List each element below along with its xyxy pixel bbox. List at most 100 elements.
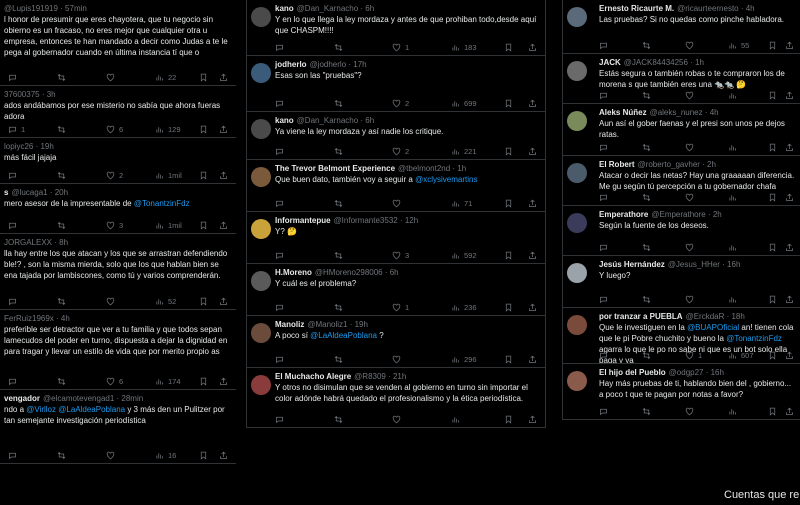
mention-link[interactable]: @LaAldeaPoblana: [58, 405, 125, 414]
reply-tweet[interactable]: @Lupis191919 · 57min l honor de presumir …: [0, 0, 236, 86]
like-button[interactable]: 3: [392, 251, 409, 260]
author-name[interactable]: kano: [275, 116, 294, 125]
like-button[interactable]: 1: [392, 43, 409, 52]
author-name[interactable]: The Trevor Belmont Experience: [275, 164, 395, 173]
share-button[interactable]: [785, 295, 794, 304]
author-name[interactable]: vengador: [4, 394, 40, 403]
reply-tweet[interactable]: kano @Dan_Karnacho · 6h Y en lo que llega …: [247, 0, 545, 56]
reply-button[interactable]: [275, 303, 284, 312]
like-button[interactable]: [685, 143, 694, 152]
author-name[interactable]: Manoliz: [275, 320, 304, 329]
reply-tweet[interactable]: Emperathore @Emperathore · 2h Según la fue…: [563, 206, 800, 256]
reply-tweet[interactable]: Informantepue @Informante3532 · 12h Y? 🤔 3 5…: [247, 212, 545, 264]
views-button[interactable]: 296: [451, 355, 477, 364]
views-button[interactable]: 55: [728, 41, 749, 50]
share-button[interactable]: [219, 221, 228, 230]
retweet-button[interactable]: [57, 171, 66, 180]
retweet-button[interactable]: [57, 451, 66, 460]
bookmark-button[interactable]: [768, 41, 777, 50]
share-button[interactable]: [528, 303, 537, 312]
like-button[interactable]: [106, 73, 115, 82]
share-button[interactable]: [785, 41, 794, 50]
author-name[interactable]: Emperathore: [599, 210, 648, 219]
like-button[interactable]: 6: [106, 125, 123, 134]
like-button[interactable]: [106, 297, 115, 306]
views-button[interactable]: 183: [451, 43, 477, 52]
author-name[interactable]: por tranzar a PUEBLA: [599, 312, 683, 321]
share-button[interactable]: [219, 451, 228, 460]
like-button[interactable]: 1: [685, 351, 702, 360]
views-button[interactable]: [728, 407, 737, 416]
reply-tweet[interactable]: kano @Dan_Karnacho · 6h Ya viene la ley mo…: [247, 112, 545, 160]
views-button[interactable]: 71: [451, 199, 472, 208]
share-button[interactable]: [528, 355, 537, 364]
reply-tweet[interactable]: JORGALEXX · 8h lla hay entre los que atac…: [0, 234, 236, 310]
mention-link[interactable]: @Virlloz: [26, 405, 56, 414]
views-button[interactable]: 1mil: [155, 221, 182, 230]
share-button[interactable]: [528, 99, 537, 108]
retweet-button[interactable]: [57, 221, 66, 230]
author-name[interactable]: El Muchacho Alegre: [275, 372, 351, 381]
reply-tweet[interactable]: Jesús Hernández @Jesus_HHer · 16h Y luego?: [563, 256, 800, 308]
bookmark-button[interactable]: [768, 243, 777, 252]
bookmark-button[interactable]: [768, 193, 777, 202]
views-button[interactable]: [451, 415, 460, 424]
bookmark-button[interactable]: [768, 143, 777, 152]
mention-link[interactable]: @TonantzinFdz: [134, 199, 190, 208]
reply-tweet[interactable]: The Trevor Belmont Experience @tbelmont2n…: [247, 160, 545, 212]
bookmark-button[interactable]: [504, 43, 513, 52]
reply-button[interactable]: 1: [8, 125, 25, 134]
bookmark-button[interactable]: [199, 377, 208, 386]
retweet-button[interactable]: [642, 193, 651, 202]
share-button[interactable]: [528, 251, 537, 260]
views-button[interactable]: [728, 91, 737, 100]
retweet-button[interactable]: [57, 377, 66, 386]
share-button[interactable]: [219, 73, 228, 82]
reply-button[interactable]: [599, 295, 608, 304]
reply-tweet[interactable]: lopiyc26 · 19h más fácil jajaja 2 1mil: [0, 138, 236, 184]
reply-tweet[interactable]: por tranzar a PUEBLA @ErckdaR · 18h Que le…: [563, 308, 800, 364]
retweet-button[interactable]: [334, 303, 343, 312]
author-name[interactable]: Aleks Núñez: [599, 108, 647, 117]
like-button[interactable]: [685, 91, 694, 100]
retweet-button[interactable]: [642, 143, 651, 152]
author-name[interactable]: Informantepue: [275, 216, 331, 225]
retweet-button[interactable]: [642, 407, 651, 416]
views-button[interactable]: 52: [155, 297, 176, 306]
reply-tweet[interactable]: JACK @JACK84434256 · 1h Estás segura o tam…: [563, 54, 800, 104]
bookmark-button[interactable]: [199, 221, 208, 230]
bookmark-button[interactable]: [504, 355, 513, 364]
author-name[interactable]: Jesús Hernández: [599, 260, 665, 269]
like-button[interactable]: 2: [392, 147, 409, 156]
like-button[interactable]: [392, 415, 401, 424]
like-button[interactable]: 1: [392, 303, 409, 312]
views-button[interactable]: 22: [155, 73, 176, 82]
reply-button[interactable]: [275, 43, 284, 52]
share-button[interactable]: [785, 351, 794, 360]
share-button[interactable]: [785, 143, 794, 152]
reply-button[interactable]: [275, 147, 284, 156]
bookmark-button[interactable]: [504, 303, 513, 312]
reply-tweet[interactable]: El Robert @roberto_gavher · 2h Atacar o de…: [563, 156, 800, 206]
bookmark-button[interactable]: [199, 451, 208, 460]
author-name[interactable]: H.Moreno: [275, 268, 312, 277]
reply-button[interactable]: [8, 451, 17, 460]
reply-button[interactable]: [599, 41, 608, 50]
views-button[interactable]: 16: [155, 451, 176, 460]
retweet-button[interactable]: [642, 351, 651, 360]
reply-button[interactable]: [599, 193, 608, 202]
like-button[interactable]: 6: [106, 377, 123, 386]
reply-tweet[interactable]: El hijo del Pueblo @odgp27 · 16h Hay más p…: [563, 364, 800, 420]
retweet-button[interactable]: [334, 147, 343, 156]
views-button[interactable]: 592: [451, 251, 477, 260]
reply-button[interactable]: [275, 355, 284, 364]
reply-button[interactable]: [599, 243, 608, 252]
like-button[interactable]: [392, 355, 401, 364]
reply-button[interactable]: [599, 351, 608, 360]
reply-button[interactable]: [8, 221, 17, 230]
reply-button[interactable]: [275, 415, 284, 424]
share-button[interactable]: [219, 297, 228, 306]
like-button[interactable]: [685, 407, 694, 416]
retweet-button[interactable]: [334, 355, 343, 364]
share-button[interactable]: [528, 415, 537, 424]
